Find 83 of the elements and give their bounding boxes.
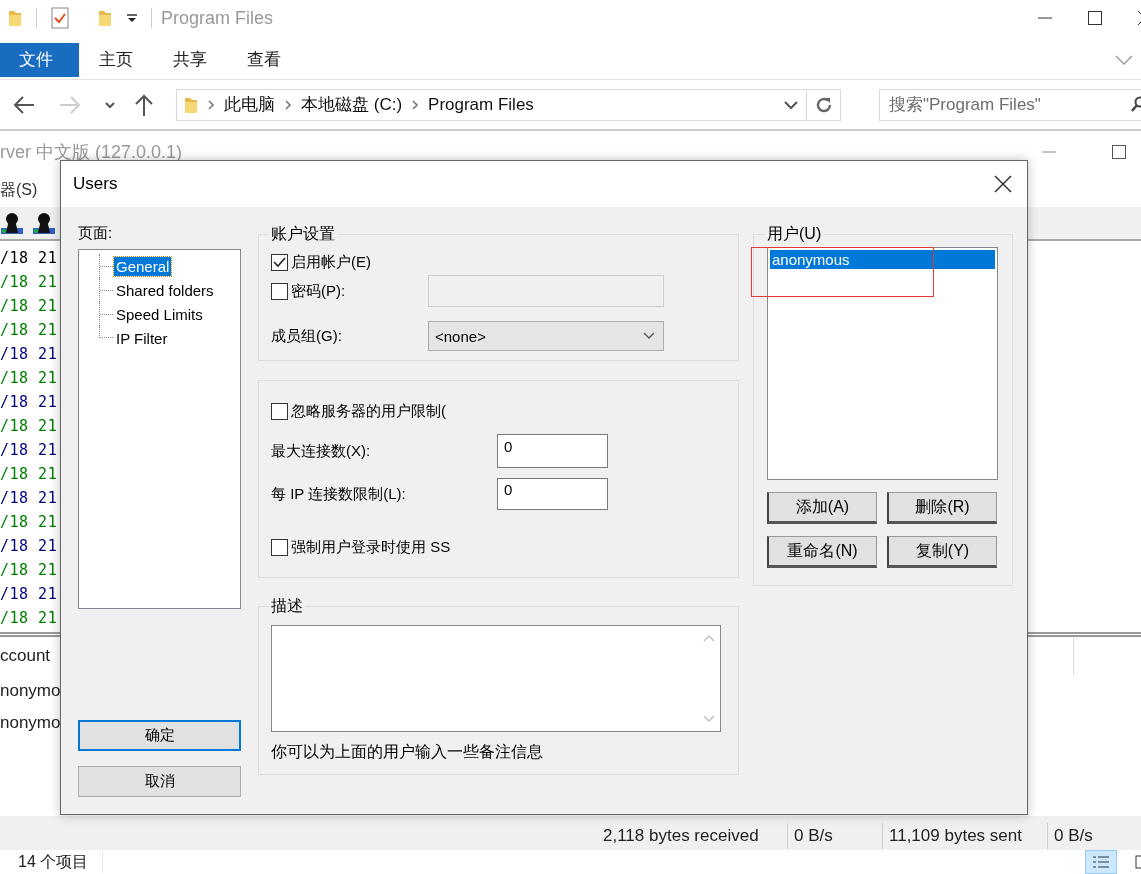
user-action-button[interactable]: 重命名(N)	[767, 536, 877, 568]
ribbon-tab[interactable]: 查看	[227, 42, 301, 77]
status-text: 11,109 bytes sent	[883, 822, 1048, 849]
folder-icon	[184, 95, 198, 114]
checkbox[interactable]: 忽略服务器的用户限制(	[271, 398, 608, 424]
field-label: 每 IP 连接数限制(L):	[271, 484, 407, 504]
ribbon-tab[interactable]: 文件	[0, 42, 79, 77]
log-line: /18 21	[0, 296, 58, 317]
dropdown-icon[interactable]	[784, 99, 798, 110]
hint-text: 你可以为上面的用户输入一些备注信息	[271, 742, 544, 762]
log-line: /18 21	[0, 416, 58, 437]
ribbon-tab[interactable]: 共享	[153, 42, 227, 77]
tree-item[interactable]: IP Filter	[114, 328, 170, 348]
details-view-icon[interactable]	[1092, 855, 1110, 869]
folder-icon	[8, 9, 22, 27]
ip-connections-field[interactable]: 0	[497, 478, 608, 510]
group-dropdown[interactable]: <none>	[428, 321, 664, 351]
window-title: Program Files	[161, 7, 274, 29]
log-line: /18 21	[0, 248, 58, 269]
log-line: /18 21	[0, 368, 58, 389]
log-line: /18 21	[0, 344, 58, 365]
window-title: rver 中文版 (127.0.0.1)	[0, 141, 183, 164]
breadcrumb-item[interactable]: Program Files	[428, 94, 534, 115]
user-action-button[interactable]: 添加(A)	[767, 492, 877, 524]
group-title: 账户设置	[270, 224, 336, 244]
checkbox[interactable]: 强制用户登录时使用 SS	[271, 534, 608, 560]
tree-item[interactable]: Speed Limits	[114, 304, 205, 324]
tree-connector	[99, 278, 114, 302]
log-line: /18 21	[0, 320, 58, 341]
log-line: /18 21	[0, 512, 58, 533]
log-line: /18 21	[0, 536, 58, 557]
search-field[interactable]: 搜索"Program Files"	[879, 88, 1141, 121]
tree-item[interactable]: General	[114, 256, 172, 276]
table-cell: nonymo	[0, 681, 61, 701]
checkbox[interactable]: 启用帐户(E)	[271, 249, 664, 275]
log-line: /18 21	[0, 440, 58, 461]
log-line: /18 21	[0, 464, 58, 485]
user-icon[interactable]	[0, 211, 24, 235]
field-label: 成员组(G):	[271, 326, 343, 346]
cancel-button[interactable]: 取消	[78, 766, 241, 797]
chevron-icon	[284, 99, 292, 110]
maximize-icon[interactable]	[1087, 10, 1103, 26]
chevron-icon	[411, 99, 420, 110]
expand-icon[interactable]	[1115, 54, 1133, 65]
table-cell: nonymo	[0, 713, 61, 733]
menu-item[interactable]: 器(S)	[0, 179, 38, 201]
field-label: 页面:	[78, 224, 114, 243]
dialog-title: Users	[73, 174, 119, 194]
dropdown-icon[interactable]	[127, 13, 137, 23]
ribbon-tab[interactable]: 主页	[79, 42, 153, 77]
chevron-down-icon	[643, 332, 655, 340]
ok-button[interactable]: 确定	[78, 720, 241, 751]
log-line: /18 21	[0, 392, 58, 413]
user-icon[interactable]	[32, 211, 56, 235]
checklist-icon[interactable]	[51, 7, 69, 29]
close-icon[interactable]	[994, 175, 1012, 193]
tiles-view-icon[interactable]	[1135, 855, 1141, 869]
log-line: /18 21	[0, 560, 58, 581]
status-text: 0 B/s	[1053, 824, 1094, 847]
user-action-button[interactable]: 复制(Y)	[887, 536, 997, 568]
log-line: /18 21	[0, 488, 58, 509]
list-item[interactable]: anonymous	[770, 250, 995, 269]
group-title: 用户(U)	[766, 224, 823, 244]
log-line: /18 21	[0, 608, 58, 629]
chevron-icon	[207, 99, 215, 110]
status-text: 0 B/s	[788, 822, 883, 849]
tree-item[interactable]: Shared folders	[114, 280, 216, 300]
checkbox[interactable]: 密码(P):	[271, 278, 428, 304]
breadcrumb-item[interactable]: 此电脑	[224, 93, 275, 116]
user-action-button[interactable]: 删除(R)	[887, 492, 997, 524]
check-icon	[273, 256, 286, 268]
breadcrumb-item[interactable]: 本地磁盘 (C:)	[301, 93, 403, 116]
log-line: /18 21	[0, 272, 58, 293]
status-text: 2,118 bytes received	[597, 822, 788, 849]
group-title: 描述	[270, 596, 304, 616]
log-line: /18 21	[0, 584, 58, 605]
maximize-icon[interactable]	[1111, 144, 1127, 160]
address-bar[interactable]: 此电脑 本地磁盘 (C:) Program Files	[176, 88, 841, 121]
max-connections-field[interactable]: 0	[497, 434, 608, 468]
search-icon[interactable]	[1131, 95, 1141, 114]
field-label: 最大连接数(X):	[271, 441, 372, 461]
column-header: ccount	[0, 646, 51, 666]
item-count: 14 个项目	[18, 851, 104, 873]
